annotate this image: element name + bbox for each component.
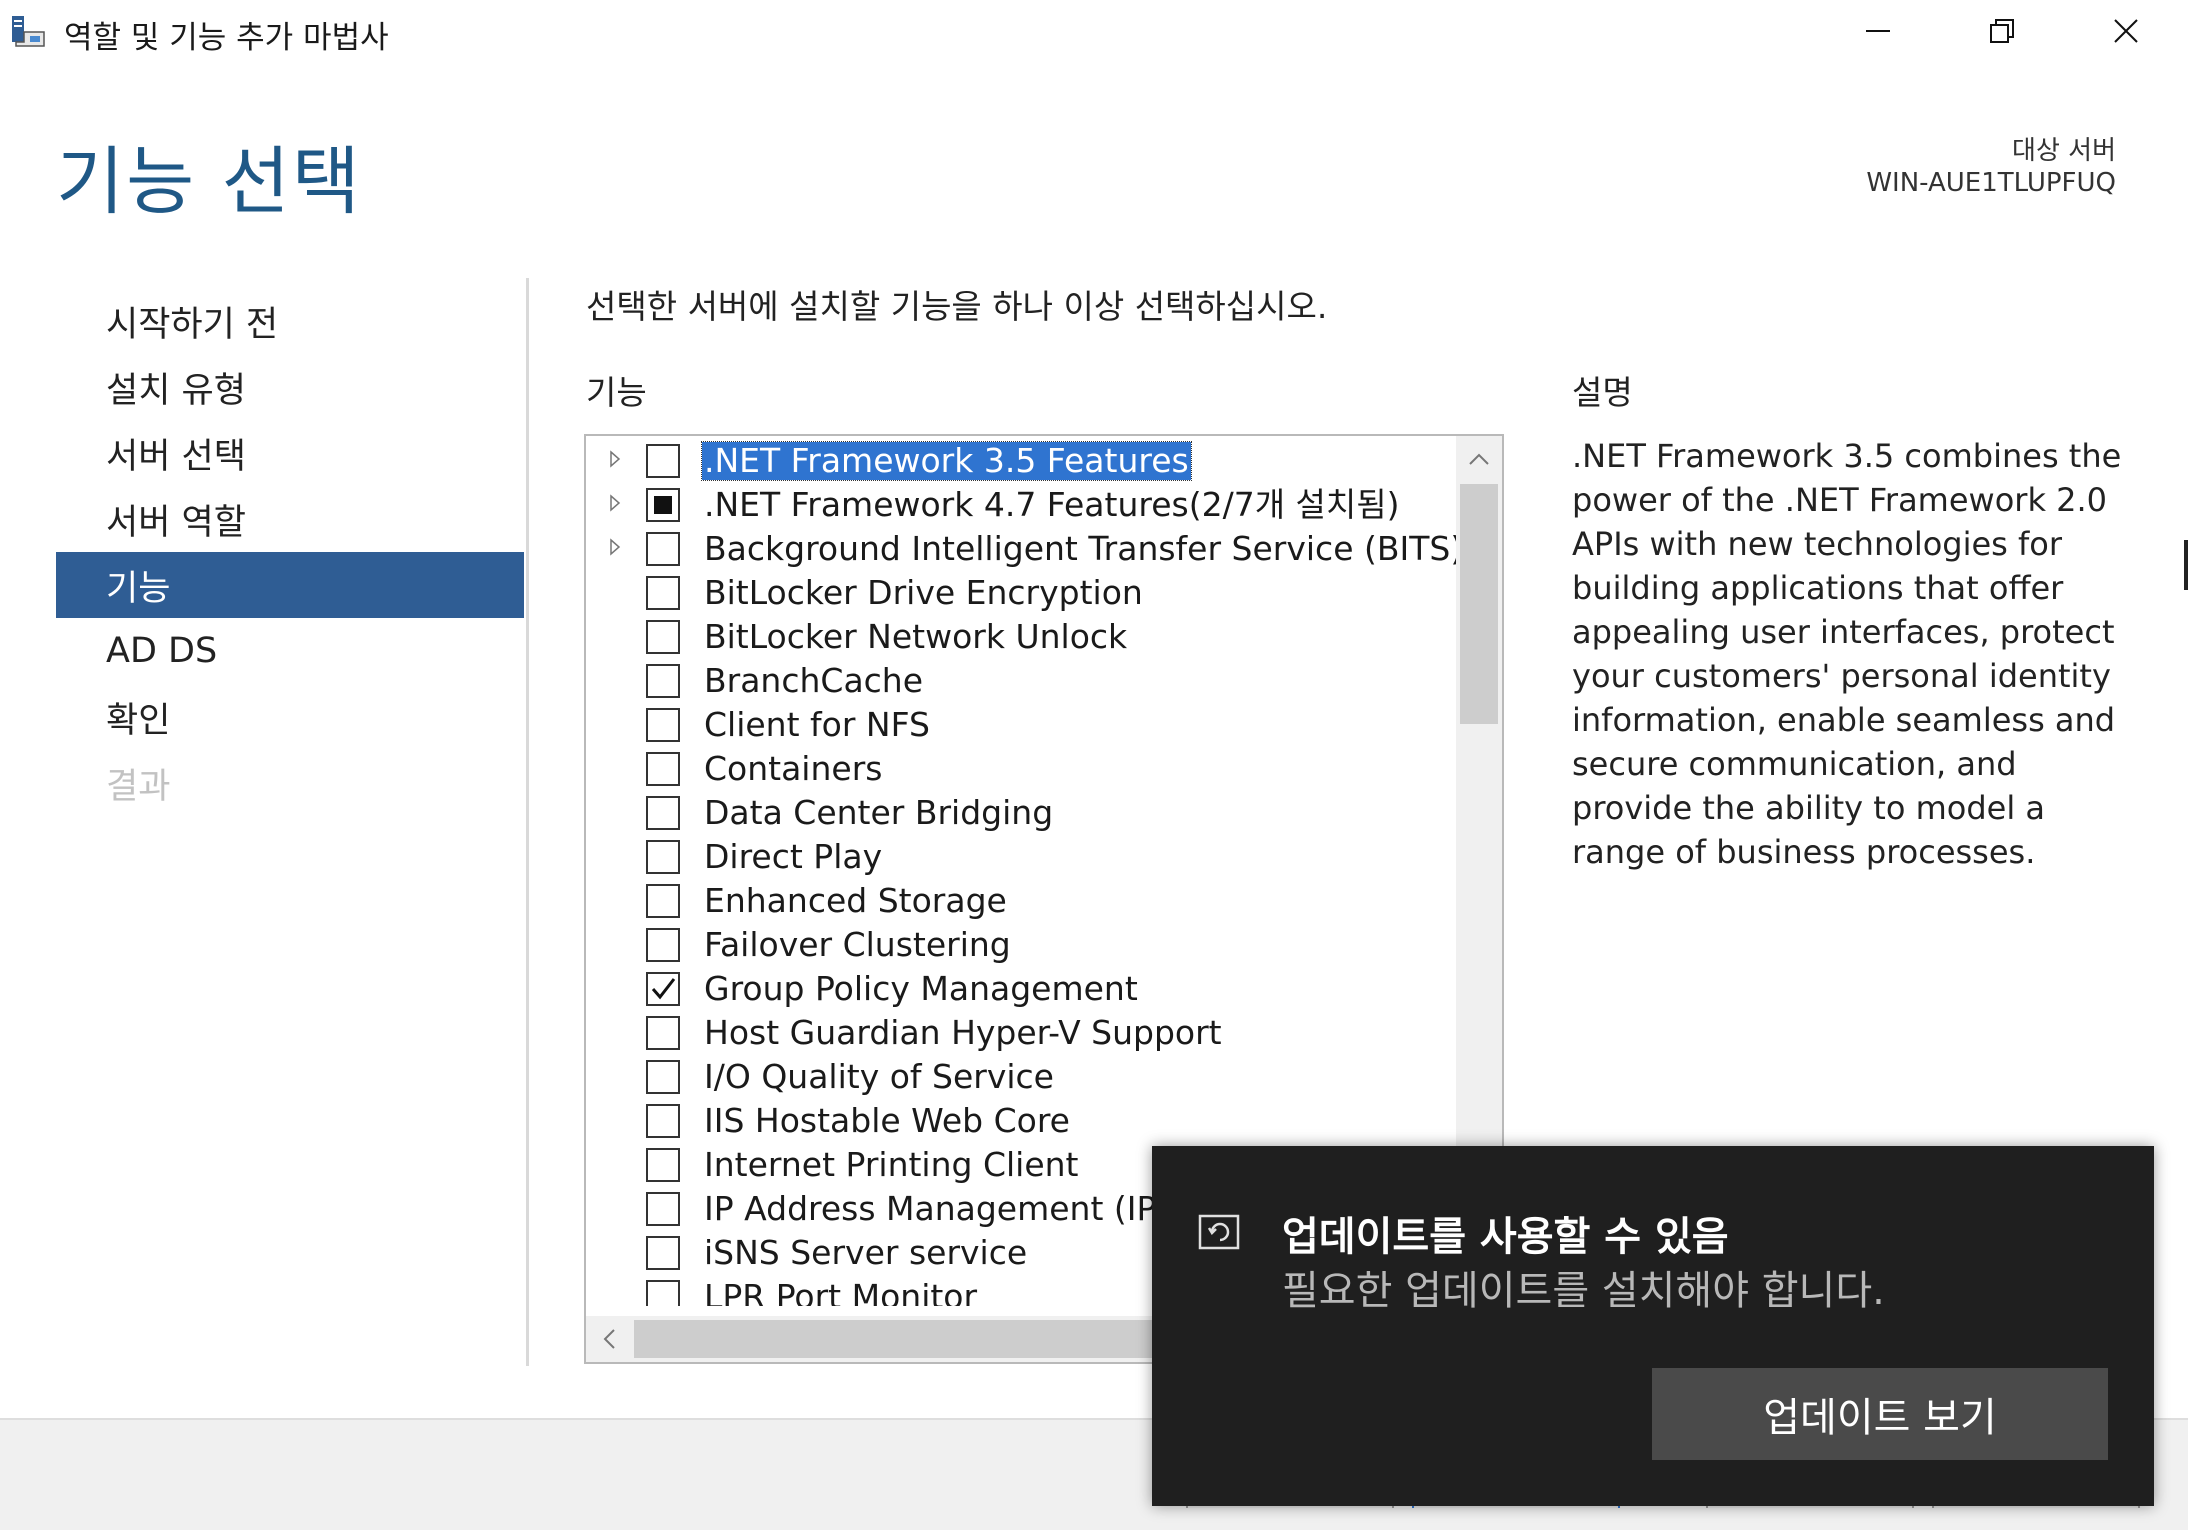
feature-label: Internet Printing Client	[704, 1145, 1079, 1184]
feature-label: iSNS Server service	[704, 1233, 1028, 1272]
checkmark-icon	[651, 978, 676, 1000]
page-title: 기능 선택	[56, 139, 362, 225]
scroll-left-button[interactable]	[586, 1316, 632, 1362]
partial-check-indicator	[654, 496, 672, 514]
feature-checkbox[interactable]	[646, 708, 680, 742]
nav-item-ad-ds[interactable]: AD DS	[56, 618, 524, 684]
feature-row[interactable]: BitLocker Drive Encryption	[586, 568, 1456, 612]
feature-checkbox[interactable]	[646, 1016, 680, 1050]
feature-label: Containers	[704, 749, 883, 788]
feature-checkbox[interactable]	[646, 752, 680, 786]
destination-server-label: 대상 서버	[2012, 136, 2116, 166]
feature-row[interactable]: Enhanced Storage	[586, 876, 1456, 920]
feature-row[interactable]: Failover Clustering	[586, 920, 1456, 964]
feature-checkbox[interactable]	[646, 620, 680, 654]
feature-row[interactable]: Data Center Bridging	[586, 788, 1456, 832]
window-title: 역할 및 기능 추가 마법사	[64, 20, 389, 56]
feature-row[interactable]: Host Guardian Hyper-V Support	[586, 1008, 1456, 1052]
wizard-nav: 시작하기 전 설치 유형 서버 선택 서버 역할 기능 AD DS 확인 결과	[56, 288, 524, 816]
feature-row[interactable]: BranchCache	[586, 656, 1456, 700]
close-button[interactable]	[2064, 0, 2188, 62]
feature-checkbox[interactable]	[646, 1104, 680, 1138]
nav-item-confirmation[interactable]: 확인	[56, 684, 524, 750]
toast-title: 업데이트를 사용할 수 있음	[1282, 1214, 1729, 1260]
nav-item-installation-type[interactable]: 설치 유형	[56, 354, 524, 420]
nav-item-results: 결과	[106, 766, 171, 807]
expand-arrow-icon[interactable]	[608, 450, 622, 468]
expand-arrow-icon[interactable]	[608, 494, 622, 512]
feature-checkbox[interactable]	[646, 1148, 680, 1182]
feature-checkbox[interactable]	[646, 840, 680, 874]
description-text: .NET Framework 3.5 combines the power of…	[1572, 437, 2122, 871]
feature-row[interactable]: Containers	[586, 744, 1456, 788]
feature-label: .NET Framework 3.5 Features	[701, 441, 1192, 481]
feature-label: Data Center Bridging	[704, 793, 1054, 832]
restore-button[interactable]	[1940, 0, 2064, 62]
expand-arrow-icon[interactable]	[608, 538, 622, 556]
feature-checkbox[interactable]	[646, 796, 680, 830]
update-toast[interactable]: 업데이트를 사용할 수 있음 필요한 업데이트를 설치해야 합니다. 업데이트 …	[1152, 1146, 2154, 1506]
feature-checkbox[interactable]	[646, 1060, 680, 1094]
server-manager-icon	[12, 16, 45, 47]
feature-label: BitLocker Drive Encryption	[704, 573, 1143, 612]
feature-label: LPR Port Monitor	[704, 1277, 978, 1307]
chevron-left-icon	[603, 1329, 615, 1349]
destination-server-name: WIN-AUE1TLUPFUQ	[1866, 168, 2116, 198]
feature-row[interactable]: Group Policy Management	[586, 964, 1456, 1008]
instruction-text: 선택한 서버에 설치할 기능을 하나 이상 선택하십시오.	[586, 287, 1328, 326]
chevron-up-icon	[1469, 453, 1489, 465]
view-updates-button[interactable]: 업데이트 보기	[1652, 1368, 2108, 1460]
scroll-up-button[interactable]	[1456, 436, 1502, 482]
vertical-scroll-thumb[interactable]	[1460, 484, 1498, 724]
feature-label: Group Policy Management	[704, 969, 1138, 1008]
feature-row[interactable]: Direct Play	[586, 832, 1456, 876]
feature-checkbox[interactable]	[646, 1236, 680, 1270]
feature-row[interactable]: Client for NFS	[586, 700, 1456, 744]
feature-row[interactable]: .NET Framework 3.5 Features	[586, 436, 1456, 481]
feature-label: Client for NFS	[704, 705, 930, 744]
title-bar: 역할 및 기능 추가 마법사	[0, 0, 2188, 62]
feature-checkbox[interactable]	[646, 532, 680, 566]
feature-label: IP Address Management (IPAM	[704, 1189, 1206, 1228]
close-icon	[2114, 19, 2138, 43]
feature-row[interactable]: Background Intelligent Transfer Service …	[586, 524, 1456, 568]
feature-label: Background Intelligent Transfer Service …	[704, 529, 1456, 568]
toast-body: 필요한 업데이트를 설치해야 합니다.	[1282, 1268, 1885, 1314]
features-heading: 기능	[586, 373, 647, 412]
feature-label: .NET Framework 4.7 Features(2/7개 설치됨)	[704, 485, 1400, 524]
feature-row[interactable]: I/O Quality of Service	[586, 1052, 1456, 1096]
update-icon	[1198, 1214, 1240, 1250]
nav-item-features[interactable]: 기능	[56, 552, 524, 618]
feature-checkbox[interactable]	[646, 488, 680, 522]
feature-label: Failover Clustering	[704, 925, 1011, 964]
feature-checkbox[interactable]	[646, 972, 680, 1006]
feature-row[interactable]: .NET Framework 4.7 Features(2/7개 설치됨)	[586, 480, 1456, 524]
feature-label: Enhanced Storage	[704, 881, 1007, 920]
description-heading: 설명	[1572, 373, 1633, 412]
feature-checkbox[interactable]	[646, 664, 680, 698]
feature-checkbox[interactable]	[646, 1280, 680, 1306]
feature-checkbox[interactable]	[646, 928, 680, 962]
feature-label: BranchCache	[704, 661, 924, 700]
nav-item-before-you-begin[interactable]: 시작하기 전	[56, 288, 524, 354]
feature-label: BitLocker Network Unlock	[704, 617, 1128, 656]
feature-checkbox[interactable]	[646, 576, 680, 610]
feature-checkbox[interactable]	[646, 884, 680, 918]
feature-row[interactable]: BitLocker Network Unlock	[586, 612, 1456, 656]
feature-checkbox[interactable]	[646, 1192, 680, 1226]
feature-label: Host Guardian Hyper-V Support	[704, 1013, 1222, 1052]
feature-label: Direct Play	[704, 837, 883, 876]
nav-item-server-roles[interactable]: 서버 역할	[56, 486, 524, 552]
feature-label: IIS Hostable Web Core	[704, 1101, 1070, 1140]
minimize-button[interactable]	[1816, 0, 1940, 62]
nav-item-server-selection[interactable]: 서버 선택	[56, 420, 524, 486]
minimize-icon	[1866, 30, 1890, 32]
feature-label: I/O Quality of Service	[704, 1057, 1054, 1096]
window-edge-marker	[2184, 540, 2188, 590]
feature-checkbox[interactable]	[646, 444, 680, 478]
feature-row[interactable]: IIS Hostable Web Core	[586, 1096, 1456, 1140]
restore-icon	[1990, 19, 2014, 43]
nav-divider	[526, 278, 529, 1366]
